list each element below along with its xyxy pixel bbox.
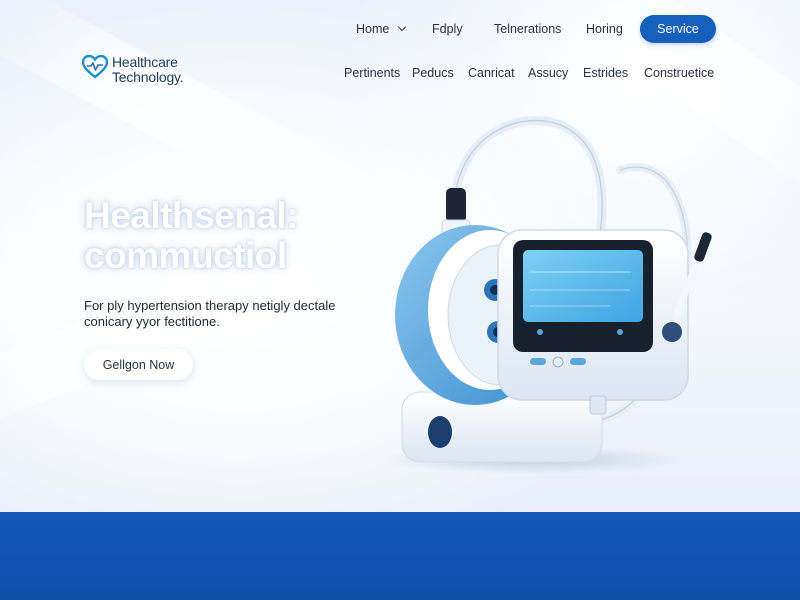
light-ray [0,0,352,225]
brand-logo[interactable]: Healthcare Technology. [82,54,184,85]
nav-item-assucy[interactable]: Assucy [528,66,568,80]
hero-headline: Healthsenal: commuctiol [84,196,404,276]
nav-item-telnerations[interactable]: Telnerations [494,22,561,36]
nav-item-fdply[interactable]: Fdply [432,22,463,36]
nav-item-pertinents[interactable]: Pertinents [344,66,400,80]
medical-device-image [380,116,712,474]
nav-item-peducs[interactable]: Peducs [412,66,454,80]
nav-item-home[interactable]: Home [356,22,407,36]
nav-item-canricat[interactable]: Canricat [468,66,515,80]
footer-band [0,512,800,600]
hero-headline-line1: Healthsenal: [84,195,299,236]
hero-subtext-line1: For ply hypertension therapy netigly dec… [84,298,336,313]
nav-item-estrides[interactable]: Estrides [583,66,628,80]
service-button[interactable]: Service [640,15,716,43]
cta-button[interactable]: Gellgon Now [84,349,193,380]
nav-item-construetice[interactable]: Construetice [644,66,714,80]
hero-subtext-line2: conicary yyor fectitione. [84,314,220,329]
heart-pulse-icon [82,55,108,79]
brand-name: Healthcare Technology. [112,54,184,85]
brand-name-line1: Healthcare [112,54,178,70]
brand-name-line2: Technology. [112,69,184,85]
nav-item-horing[interactable]: Horing [586,22,623,36]
hero-subtext: For ply hypertension therapy netigly dec… [84,298,374,330]
chevron-down-icon [398,22,407,32]
hero-section: Healthcare Technology. Home Fdply Telner… [0,0,800,512]
hero-headline-line2: commuctiol [84,235,287,276]
nav-item-label: Home [356,22,390,36]
